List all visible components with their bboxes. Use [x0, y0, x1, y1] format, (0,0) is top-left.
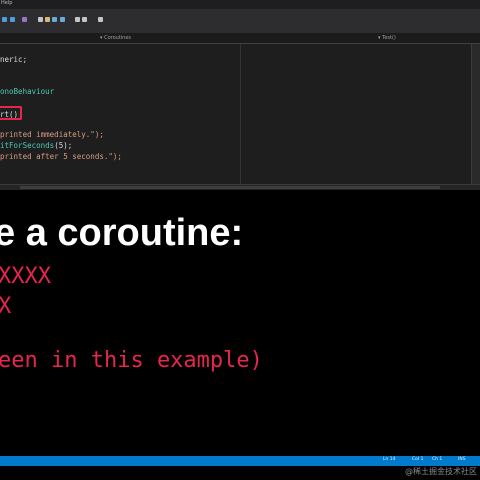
slide-title: e a coroutine: [0, 212, 244, 254]
slide-line-1: XXXX [0, 264, 51, 289]
tab-coroutines-label: Coroutines [104, 35, 132, 41]
code-line: neric; [0, 55, 27, 64]
code-token: itForSeconds [0, 141, 55, 150]
forward-icon[interactable] [10, 17, 15, 22]
vertical-scrollbar[interactable] [471, 44, 480, 184]
back-icon[interactable] [2, 17, 7, 22]
bookmark-icon[interactable] [98, 17, 103, 22]
watermark: @稀土掘金技术社区 [405, 467, 477, 476]
code-token: onoBehaviour [0, 87, 55, 96]
code-line: printed after 5 seconds."); [0, 152, 122, 161]
highlight-box [0, 106, 22, 120]
title-text: Help [1, 0, 13, 6]
open-icon[interactable] [45, 17, 50, 22]
status-col: Col 1 [412, 457, 424, 462]
code-token: (5); [54, 141, 73, 150]
code-line: itForSeconds(5); [0, 141, 72, 150]
save-icon[interactable] [52, 17, 57, 22]
code-token: printed immediately."); [0, 130, 104, 139]
editor-guide-line [240, 44, 241, 184]
code-token: neric; [0, 55, 28, 64]
save-all-icon[interactable] [60, 17, 65, 22]
toolbar [0, 9, 480, 33]
status-bar: Ln 14 Col 1 Ch 1 INS [0, 456, 480, 466]
status-ch: Ch 1 [432, 457, 443, 462]
new-file-icon[interactable] [38, 17, 43, 22]
tab-coroutines[interactable]: ▾ Coroutines [100, 34, 131, 42]
slide-line-3: een in this example) [0, 348, 263, 373]
solution-icon[interactable] [22, 17, 27, 22]
undo-icon[interactable] [75, 17, 80, 22]
scrollbar-thumb[interactable] [20, 186, 440, 189]
tab-test[interactable]: ▾ Test() [378, 34, 396, 42]
tab-row: ▾ Coroutines ▾ Test() [0, 33, 480, 44]
code-line: printed immediately."); [0, 130, 104, 139]
status-ln: Ln 14 [383, 457, 396, 462]
code-line: onoBehaviour [0, 87, 54, 96]
code-token: printed after 5 seconds."); [0, 152, 122, 161]
tab-test-label: Test() [382, 35, 396, 41]
redo-icon[interactable] [82, 17, 87, 22]
status-mode: INS [458, 457, 466, 462]
title-bar: Help [0, 0, 480, 9]
slide-line-2: X [0, 294, 12, 319]
